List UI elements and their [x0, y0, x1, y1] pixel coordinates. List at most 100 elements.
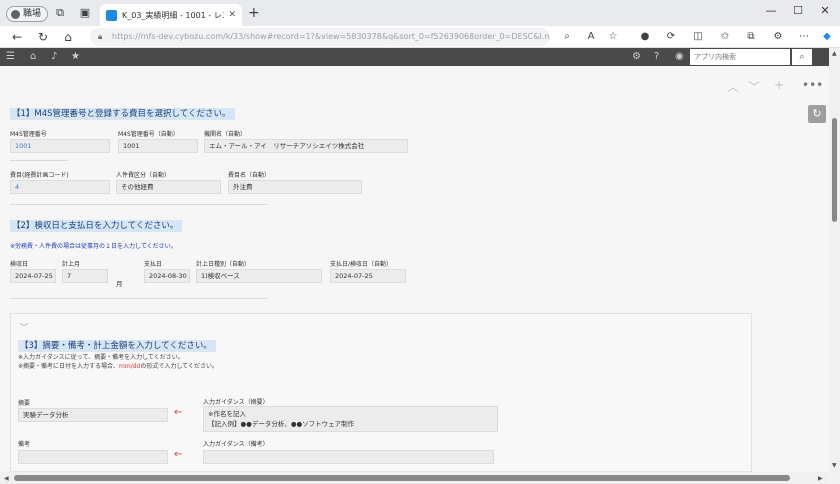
date-type-label: 計上日種別（自動） [196, 261, 251, 268]
vertical-scrollbar[interactable]: ▲ ▼ [829, 48, 840, 472]
profile-avatar-icon [11, 9, 20, 19]
m4s-field[interactable]: 1001 [10, 139, 110, 153]
scroll-right-icon[interactable]: ▶ [818, 475, 823, 482]
org-field: エム・アール・アイ リサーチアソシエイツ株式会社 [204, 139, 408, 153]
extension-icon[interactable]: ● [639, 31, 651, 43]
m4s-label: M4S管理番号 [10, 131, 47, 138]
scroll-down-icon[interactable]: ▼ [832, 462, 837, 469]
tab-title: K_03_実績明細 - 1001 - レコードの詳 [122, 10, 224, 20]
previous-record-icon[interactable]: ︿ [727, 78, 739, 95]
maximize-icon[interactable]: ☐ [791, 4, 805, 17]
scroll-left-icon[interactable]: ◀ [4, 475, 9, 482]
expense-code-field[interactable]: 4 [10, 180, 110, 194]
new-tab-button[interactable]: + [248, 5, 260, 21]
kintone-header: ☰ ⌂ ♪ ★ ⚙ ? ◉ アプリ内検索 ⌕ [0, 48, 829, 66]
extensions-icon[interactable]: ⚙ [772, 31, 784, 43]
portal-home-icon[interactable]: ⌂ [30, 51, 36, 63]
divider [10, 204, 268, 205]
refresh-extension-icon[interactable]: ⟳ [665, 31, 677, 43]
expense-code-label: 費目(経費計画コード) [10, 172, 69, 179]
favorites-star-icon[interactable]: ★ [71, 51, 80, 63]
summary-label: 摘要 [18, 400, 31, 407]
divider [10, 160, 68, 161]
vertical-scroll-thumb[interactable] [832, 118, 837, 222]
m4s-auto-label: M4S管理番号（自動） [118, 131, 179, 138]
remarks-label: 備考 [18, 441, 31, 448]
active-tab[interactable]: K_03_実績明細 - 1001 - レコードの詳 ✕ [100, 4, 242, 26]
remarks-guide-label: 入力ガイダンス（備考） [203, 441, 269, 448]
summary-guide-line2: 【記入例】●●データ分析、●●ソフトウェア制作 [208, 420, 355, 428]
paydate-auto-field: 2024-07-25 [330, 269, 406, 283]
remarks-field[interactable] [18, 450, 168, 464]
favorites-icon[interactable]: ✩ [719, 31, 731, 43]
remarks-arrow-icon: ← [174, 449, 183, 460]
section2-note: ※労務費・人件費の場合は従事月の１日を入力してください。 [10, 243, 177, 250]
history-icon[interactable]: ↻ [808, 105, 826, 123]
org-label: 機関名（自動） [204, 131, 247, 138]
menu-icon[interactable]: ☰ [6, 51, 15, 63]
scroll-up-icon[interactable]: ▲ [832, 50, 837, 57]
tab-close-icon[interactable]: ✕ [228, 10, 236, 20]
summary-field[interactable]: 実験データ分析 [18, 408, 168, 422]
more-menu-icon[interactable]: ⋯ [798, 31, 810, 43]
expense-name-label: 費目名（自動） [228, 172, 271, 179]
month-unit: 月 [116, 280, 123, 288]
section3-note1: ※入力ガイダンスに従って、摘要・備考を入力してください。 [18, 354, 184, 361]
app-search-input[interactable]: アプリ内検索 [690, 49, 790, 65]
split-screen-icon[interactable]: ◫ [692, 31, 704, 43]
summary-guide-line1: ※作名を記入 [208, 410, 246, 418]
zoom-icon[interactable]: ⌕ [561, 31, 573, 43]
browser-address-bar: ← ↻ ⌂ 🔒︎ https://mfs-dev.cybozu.com/k/33… [0, 26, 840, 48]
profile-label: 職場 [23, 9, 42, 19]
remarks-guide-box [203, 450, 494, 464]
section3-title: 【3】摘要・備考・計上金額を入力してください。 [18, 340, 216, 352]
section2-title: 【2】検収日と支払日を入力してください。 [10, 220, 183, 232]
collections-icon[interactable]: ⧉ [745, 31, 757, 43]
kintone-favicon-icon [106, 9, 117, 21]
help-icon[interactable]: ? [654, 51, 659, 63]
minimize-icon[interactable]: — [764, 4, 778, 17]
back-icon[interactable]: ← [10, 30, 24, 44]
url-field[interactable]: 🔒︎ https://mfs-dev.cybozu.com/k/33/show#… [90, 28, 550, 46]
payment-date-label: 支払日 [144, 261, 163, 268]
month-label: 計上月 [62, 261, 81, 268]
favorite-star-icon[interactable]: ☆ [607, 31, 619, 43]
user-icon[interactable]: ◉ [675, 51, 684, 63]
personnel-field: その他経費 [116, 180, 221, 194]
reload-icon[interactable]: ↻ [36, 30, 50, 44]
browser-tab-bar: 職場 ⧉ ▣ K_03_実績明細 - 1001 - レコードの詳 ✕ + — ☐… [0, 0, 840, 26]
next-record-icon[interactable]: ﹀ [748, 78, 760, 95]
horizontal-scroll-thumb[interactable] [14, 475, 790, 481]
section3-panel [10, 313, 752, 472]
more-options-icon[interactable]: ••• [802, 78, 823, 92]
summary-arrow-icon: ← [174, 407, 183, 418]
note2-date-format: mm/dd [119, 363, 141, 370]
personnel-label: 人件費区分（自動） [116, 172, 171, 179]
copilot-icon[interactable]: ◆ [821, 31, 833, 43]
expense-name-field: 外注費 [228, 180, 362, 194]
add-record-icon[interactable]: + [774, 78, 784, 92]
read-aloud-icon[interactable]: A [585, 31, 597, 43]
section3-note2: ※摘要・備考に日付を入力する場合、mm/ddの形式で入力してください。 [18, 361, 218, 370]
date-type-field: 1)検収ベース [196, 269, 322, 283]
workspaces-icon[interactable]: ⧉ [54, 7, 66, 19]
collapse-chevron-icon[interactable]: ﹀ [20, 322, 28, 333]
summary-guide-box: ※作名を記入 【記入例】●●データ分析、●●ソフトウェア制作 [203, 406, 498, 432]
home-icon[interactable]: ⌂ [61, 30, 75, 44]
url-text: https://mfs-dev.cybozu.com/k/33/show#rec… [112, 32, 550, 41]
notification-bell-icon[interactable]: ♪ [51, 51, 57, 63]
profile-button[interactable]: 職場 [6, 6, 49, 22]
record-toolbar: ︿ ﹀ + ••• [0, 66, 829, 102]
tab-actions-icon[interactable]: ▣ [79, 7, 91, 19]
payment-date-field[interactable]: 2024-08-30 [144, 269, 190, 283]
paydate-auto-label: 支払日/検収日（自動） [330, 261, 393, 268]
inspection-date-label: 検収日 [10, 261, 29, 268]
lock-icon: 🔒︎ [98, 32, 103, 41]
window-close-icon[interactable]: ✕ [818, 4, 832, 17]
month-field[interactable]: 7 [62, 269, 108, 283]
horizontal-scrollbar[interactable]: ◀ ▶ [0, 472, 829, 484]
settings-gear-icon[interactable]: ⚙ [632, 51, 641, 63]
divider [10, 298, 268, 299]
app-search-icon[interactable]: ⌕ [792, 49, 812, 65]
inspection-date-field[interactable]: 2024-07-25 [10, 269, 56, 283]
